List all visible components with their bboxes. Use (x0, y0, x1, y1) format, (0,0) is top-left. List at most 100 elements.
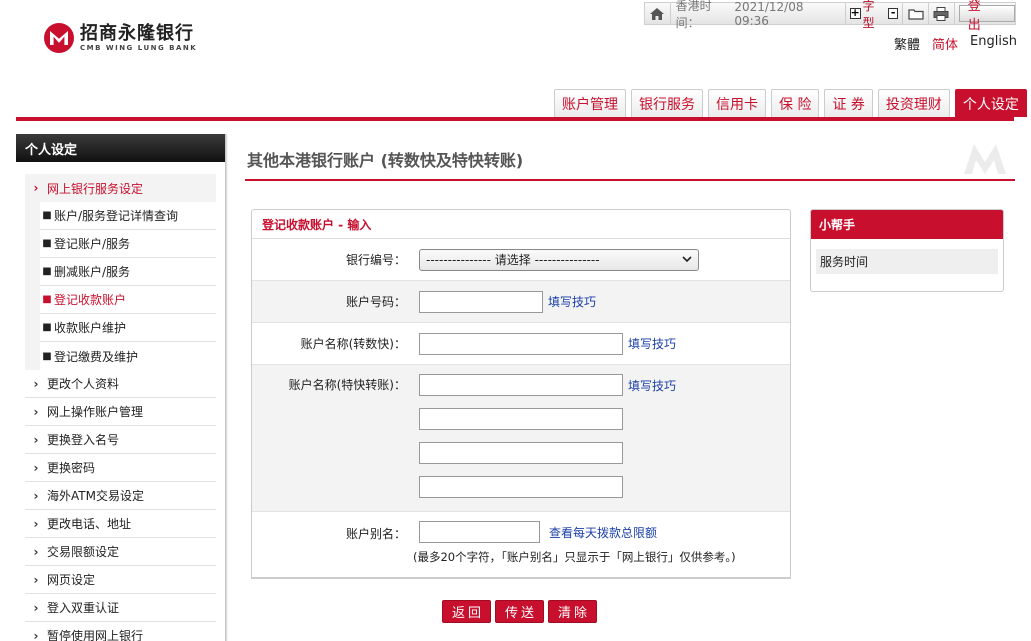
chevron-right-icon: › (33, 516, 39, 531)
helper-panel: 小帮手 服务时间 (810, 209, 1004, 292)
helper-title: 小帮手 (811, 210, 1003, 239)
sidebar-item[interactable]: › 交易限额设定 (25, 538, 216, 566)
account-name-fps-label: 账户名称(转数快)： (300, 337, 406, 351)
chevron-right-icon: › (33, 488, 39, 503)
helper-item-service-hours[interactable]: 服务时间 (816, 249, 998, 274)
chevron-right-icon: › (33, 460, 39, 475)
tab-investment[interactable]: 投资理财 (877, 89, 950, 117)
sidebar-subitem[interactable]: ■ 登记缴费及维护 (40, 342, 216, 370)
sidebar-item-label: 海外ATM交易设定 (47, 489, 144, 503)
bullet-icon: ■ (42, 322, 52, 333)
bullet-icon: ■ (42, 266, 52, 277)
tab-credit-card[interactable]: 信用卡 (708, 89, 766, 117)
sidebar-subitem[interactable]: ■ 账户/服务登记详情查询 (40, 202, 216, 230)
hk-time: 香港时间： 2021/12/08 09:36 (671, 0, 846, 30)
account-name-chats-input-2[interactable] (419, 408, 623, 430)
sidebar-subitem[interactable]: ■ 收款账户维护 (40, 314, 216, 342)
bank-logo[interactable]: 招商永隆银行 CMB WING LUNG BANK (44, 20, 204, 56)
sidebar-item-label: 更换登入名号 (47, 433, 120, 447)
account-number-row: 账户号码： 填写技巧 (252, 281, 790, 323)
send-button[interactable]: 传送 (495, 600, 545, 623)
fill-tip-link[interactable]: 填写技巧 (548, 295, 596, 309)
sidebar-item[interactable]: › 网上操作账户管理 (25, 398, 216, 426)
back-button[interactable]: 返回 (442, 600, 492, 623)
logout-button[interactable]: 登 出 (958, 0, 1015, 33)
bank-logo-icon (44, 23, 74, 53)
sidebar-subitem[interactable]: ■ 登记账户/服务 (40, 230, 216, 258)
fill-tip-link[interactable]: 填写技巧 (628, 337, 676, 351)
bullet-icon: ■ (42, 238, 52, 249)
bank-code-label: 银行编号： (345, 253, 406, 267)
tab-account-management[interactable]: 账户管理 (554, 89, 626, 117)
lang-traditional[interactable]: 繁體 (894, 34, 920, 53)
top-utility-bar: 香港时间： 2021/12/08 09:36 + 字型 - 登 出 (644, 0, 1016, 33)
sidebar-subitem-active[interactable]: ■ 登记收款账户 (40, 286, 216, 314)
form-bottom-border (251, 573, 791, 579)
page-title: 其他本港银行账户 (转数快及特快转账) (247, 151, 524, 170)
print-icon[interactable] (929, 3, 955, 24)
daily-limit-link[interactable]: 查看每天拨款总限额 (549, 526, 657, 540)
tab-personal-settings[interactable]: 个人设定 (954, 89, 1027, 117)
font-decrease-button[interactable]: - (887, 7, 899, 19)
account-name-chats-input-4[interactable] (419, 476, 623, 498)
folder-icon[interactable] (903, 3, 930, 24)
bank-code-select[interactable]: --------------- 请选择 --------------- (419, 248, 699, 271)
sidebar-item-label: 网上银行服务设定 (47, 181, 144, 196)
account-alias-row: 账户别名： 查看每天拨款总限额 (最多20个字符，「账户别名」只显示于「网上银行… (252, 512, 790, 572)
form-header: 登记收款账户 - 输入 (252, 210, 790, 239)
sidebar-item-label: 网页设定 (47, 573, 96, 587)
sidebar-item-label: 更改个人资料 (47, 377, 120, 391)
logo-watermark-icon (964, 144, 1006, 174)
account-name-chats-row: 账户名称(特快转账)： 填写技巧 (252, 365, 790, 512)
chevron-right-icon: › (33, 404, 39, 419)
tab-insurance[interactable]: 保 险 (771, 89, 820, 117)
account-number-input[interactable] (419, 290, 543, 313)
account-name-fps-input[interactable] (419, 332, 623, 355)
sidebar-item-label: 交易限额设定 (47, 545, 120, 559)
chevron-right-icon: › (33, 628, 39, 641)
nav-divider (16, 117, 1014, 121)
register-account-form: 登记收款账户 - 输入 银行编号： --------------- 请选择 --… (251, 209, 791, 579)
main-nav: 账户管理 银行服务 信用卡 保 险 证 券 投资理财 个人设定 (554, 89, 1027, 117)
clear-button[interactable]: 清除 (548, 600, 598, 623)
sidebar-item[interactable]: › 更换密码 (25, 454, 216, 482)
sidebar-item[interactable]: › 更换登入名号 (25, 426, 216, 454)
account-name-chats-input-3[interactable] (419, 442, 623, 464)
alias-note: (最多20个字符，「账户别名」只显示于「网上银行」仅供参考。) (413, 550, 736, 564)
title-divider (245, 179, 1015, 181)
sidebar-item[interactable]: › 海外ATM交易设定 (25, 482, 216, 510)
lang-english[interactable]: English (970, 34, 1017, 53)
bullet-icon: ■ (42, 210, 52, 221)
sidebar-item-label: 暂停使用网上银行 (47, 629, 144, 641)
chevron-right-icon: › (33, 544, 39, 559)
tab-banking-services[interactable]: 银行服务 (631, 89, 703, 117)
bank-code-row: 银行编号： --------------- 请选择 --------------… (252, 239, 790, 281)
sidebar-item[interactable]: › 更改个人资料 (25, 370, 216, 398)
font-size-control: + 字型 - (846, 0, 904, 30)
sidebar-item[interactable]: › 登入双重认证 (25, 594, 216, 622)
chevron-right-icon: › (33, 432, 39, 447)
lang-simplified[interactable]: 简体 (932, 34, 958, 53)
hk-time-value: 2021/12/08 09:36 (734, 0, 804, 28)
sidebar-subitem-label: 登记收款账户 (54, 293, 127, 307)
font-increase-button[interactable]: + (849, 7, 861, 19)
sidebar-submenu: ■ 账户/服务登记详情查询 ■ 登记账户/服务 ■ 删减账户/服务 ■ 登记收款账户 ■… (25, 202, 216, 370)
bank-name-en: CMB WING LUNG BANK (80, 44, 198, 52)
font-size-label: 字型 (862, 0, 875, 30)
sidebar-subitem-label: 收款账户维护 (54, 321, 127, 335)
sidebar-item[interactable]: › 网页设定 (25, 566, 216, 594)
fill-tip-link[interactable]: 填写技巧 (628, 379, 676, 393)
tab-securities[interactable]: 证 券 (824, 89, 873, 117)
bank-code-select-value: --------------- 请选择 --------------- (426, 253, 600, 267)
sidebar-item[interactable]: › 暂停使用网上银行 (25, 622, 216, 641)
account-name-chats-input-1[interactable] (419, 374, 623, 396)
chevron-down-icon (682, 256, 692, 263)
account-alias-input[interactable] (419, 521, 540, 543)
sidebar-item-label: 更换密码 (47, 461, 96, 475)
sidebar-item-online-banking-settings[interactable]: › 网上银行服务设定 (25, 174, 216, 202)
sidebar-subitem-label: 登记缴费及维护 (54, 349, 139, 364)
sidebar-item[interactable]: › 更改电话、地址 (25, 510, 216, 538)
sidebar-subitem[interactable]: ■ 删减账户/服务 (40, 258, 216, 286)
home-icon[interactable] (645, 3, 671, 24)
sidebar-item-label: 登入双重认证 (47, 601, 120, 615)
